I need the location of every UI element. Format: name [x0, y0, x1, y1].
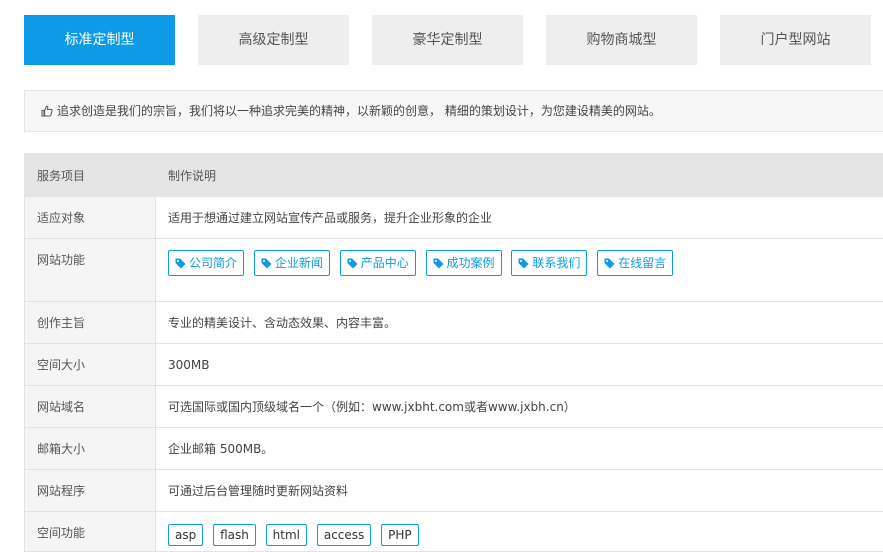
row-value-space: 300MB — [156, 344, 883, 386]
row-label-program: 网站程序 — [25, 470, 156, 512]
tag-icon — [347, 258, 358, 269]
table-row: 空间功能 asp flash html access PHP — [25, 512, 883, 552]
tech-tag-flash[interactable]: flash — [213, 524, 256, 546]
thumbs-up-icon — [41, 93, 53, 133]
row-label-space: 空间大小 — [25, 344, 156, 386]
tech-tag-access[interactable]: access — [317, 524, 371, 546]
tab-portal[interactable]: 门户型网站 — [720, 15, 871, 65]
feature-tag-product-center[interactable]: 产品中心 — [340, 250, 416, 276]
feature-label: 在线留言 — [618, 256, 666, 270]
row-label-target: 适应对象 — [25, 197, 156, 239]
row-value-mailbox: 企业邮箱 500MB。 — [156, 428, 883, 470]
feature-tag-online-message[interactable]: 在线留言 — [597, 250, 673, 276]
row-label-features: 网站功能 — [25, 239, 156, 302]
feature-label: 联系我们 — [532, 256, 580, 270]
row-label-domain: 网站域名 — [25, 386, 156, 428]
package-tabs: 标准定制型 高级定制型 豪华定制型 购物商城型 门户型网站 — [24, 15, 883, 65]
row-label-theme: 创作主旨 — [25, 302, 156, 344]
table-row: 邮箱大小 企业邮箱 500MB。 — [25, 428, 883, 470]
tag-icon — [604, 258, 615, 269]
table-row: 网站域名 可选国际或国内顶级域名一个（例如：www.jxbht.com或者www… — [25, 386, 883, 428]
feature-tag-contact-us[interactable]: 联系我们 — [511, 250, 587, 276]
tab-standard[interactable]: 标准定制型 — [24, 15, 175, 65]
tag-icon — [433, 258, 444, 269]
row-value-theme: 专业的精美设计、含动态效果、内容丰富。 — [156, 302, 883, 344]
row-value-space-features: asp flash html access PHP — [156, 512, 883, 552]
feature-tag-company-news[interactable]: 企业新闻 — [254, 250, 330, 276]
table-row: 创作主旨 专业的精美设计、含动态效果、内容丰富。 — [25, 302, 883, 344]
table-row: 网站功能 公司简介 企业新闻 产品中心 成功案例 联系我们 在线留言 — [25, 239, 883, 302]
feature-label: 企业新闻 — [275, 256, 323, 270]
tab-luxury[interactable]: 豪华定制型 — [372, 15, 523, 65]
feature-label: 产品中心 — [361, 256, 409, 270]
service-spec-table: 服务项目 制作说明 适应对象 适用于想通过建立网站宣传产品或服务，提升企业形象的… — [24, 153, 883, 552]
tag-icon — [175, 258, 186, 269]
table-row: 适应对象 适用于想通过建立网站宣传产品或服务，提升企业形象的企业 — [25, 197, 883, 239]
row-value-target: 适用于想通过建立网站宣传产品或服务，提升企业形象的企业 — [156, 197, 883, 239]
table-row: 空间大小 300MB — [25, 344, 883, 386]
tech-tag-asp[interactable]: asp — [168, 524, 203, 546]
feature-label: 成功案例 — [447, 256, 495, 270]
slogan-bar: 追求创造是我们的宗旨，我们将以一种追求完美的精神，以新颖的创意， 精细的策划设计… — [24, 90, 883, 132]
tech-tag-php[interactable]: PHP — [381, 524, 419, 546]
table-header-row: 服务项目 制作说明 — [25, 154, 883, 197]
tag-icon — [518, 258, 529, 269]
row-value-features: 公司简介 企业新闻 产品中心 成功案例 联系我们 在线留言 — [156, 239, 883, 302]
feature-tag-company-intro[interactable]: 公司简介 — [168, 250, 244, 276]
header-service-item: 服务项目 — [25, 154, 156, 197]
row-value-program: 可通过后台管理随时更新网站资料 — [156, 470, 883, 512]
feature-tag-success-cases[interactable]: 成功案例 — [426, 250, 502, 276]
tag-icon — [261, 258, 272, 269]
slogan-text: 追求创造是我们的宗旨，我们将以一种追求完美的精神，以新颖的创意， 精细的策划设计… — [57, 104, 661, 118]
feature-label: 公司简介 — [189, 256, 237, 270]
tab-advanced[interactable]: 高级定制型 — [198, 15, 349, 65]
row-value-domain: 可选国际或国内顶级域名一个（例如：www.jxbht.com或者www.jxbh… — [156, 386, 883, 428]
header-description: 制作说明 — [156, 154, 883, 197]
tech-tag-html[interactable]: html — [266, 524, 307, 546]
row-label-mailbox: 邮箱大小 — [25, 428, 156, 470]
tab-shopping-mall[interactable]: 购物商城型 — [546, 15, 697, 65]
row-label-space-features: 空间功能 — [25, 512, 156, 552]
table-row: 网站程序 可通过后台管理随时更新网站资料 — [25, 470, 883, 512]
